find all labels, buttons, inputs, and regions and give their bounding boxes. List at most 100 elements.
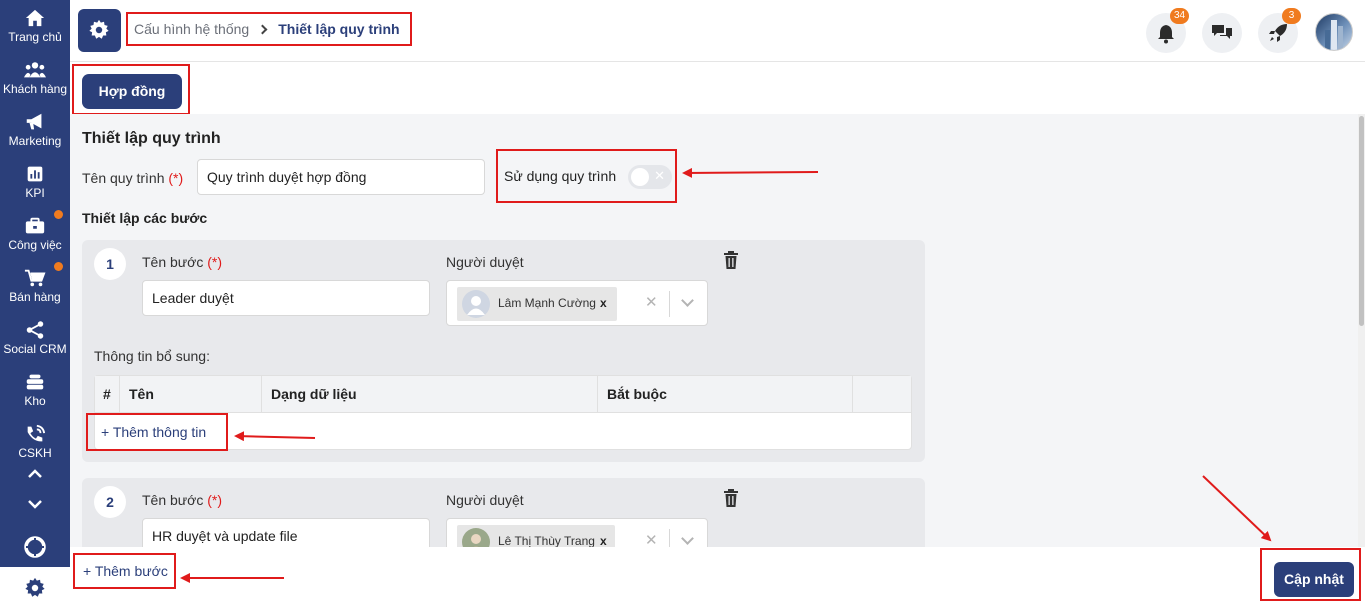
divider bbox=[669, 291, 670, 317]
breadcrumb-current: Thiết lập quy trình bbox=[278, 21, 400, 37]
sidebar-item-label: CSKH bbox=[18, 446, 52, 460]
step-number: 1 bbox=[94, 248, 126, 280]
sidebar-item-label: Bán hàng bbox=[9, 290, 61, 304]
divider bbox=[597, 376, 598, 413]
trash-icon[interactable] bbox=[723, 251, 739, 269]
divider bbox=[852, 376, 853, 413]
approver-chip: Lê Thị Thùy Trang x bbox=[457, 525, 615, 547]
input-value: HR duyệt và update file bbox=[152, 528, 298, 544]
sidebar-item-marketing[interactable]: Marketing bbox=[0, 104, 70, 156]
sidebar-item-label: Kho bbox=[24, 394, 46, 408]
divider bbox=[119, 376, 120, 413]
avatar-image bbox=[1325, 20, 1343, 50]
close-icon: ✕ bbox=[654, 168, 665, 183]
add-info-link[interactable]: + Thêm thông tin bbox=[101, 424, 206, 440]
chevron-right-icon bbox=[257, 24, 268, 34]
required-mark: (*) bbox=[207, 492, 223, 508]
chat-button[interactable] bbox=[1202, 13, 1242, 53]
sidebar-item-customers[interactable]: Khách hàng bbox=[0, 52, 70, 104]
page-title: Thiết lập quy trình bbox=[82, 130, 221, 147]
column-header: Bắt buộc bbox=[607, 386, 667, 402]
add-step-link[interactable]: + Thêm bước bbox=[83, 563, 168, 579]
highlight-box: Sử dụng quy trình ✕ bbox=[496, 149, 677, 203]
sidebar-scroll-down[interactable] bbox=[0, 494, 70, 518]
highlight-box: Cập nhật bbox=[1260, 548, 1361, 601]
step-card: 1 Tên bước (*) Leader duyệt Người duyệt … bbox=[82, 240, 925, 462]
chevron-down-icon[interactable] bbox=[681, 532, 694, 545]
step-card: 2 Tên bước (*) HR duyệt và update file N… bbox=[82, 478, 925, 547]
avatar-image bbox=[471, 534, 481, 547]
notifications-badge: 34 bbox=[1170, 8, 1189, 24]
label-text: Tên quy trình bbox=[82, 170, 165, 186]
breadcrumb: Cấu hình hệ thống Thiết lập quy trình bbox=[126, 12, 412, 46]
step-name-input[interactable]: Leader duyệt bbox=[142, 280, 430, 316]
footer: + Thêm bước Cập nhật bbox=[70, 547, 1365, 607]
approver-select[interactable]: Lê Thị Thùy Trang x ✕ bbox=[446, 518, 708, 547]
sidebar-item-label: Khách hàng bbox=[2, 82, 68, 96]
process-name-input[interactable]: Quy trình duyệt hợp đồng bbox=[197, 159, 485, 195]
support-button[interactable] bbox=[0, 536, 70, 564]
tab-contract[interactable]: Hợp đồng bbox=[82, 74, 182, 109]
use-process-label: Sử dụng quy trình bbox=[504, 168, 617, 184]
extra-info-label: Thông tin bổ sung: bbox=[94, 348, 210, 364]
rocket-button[interactable]: 3 bbox=[1258, 8, 1301, 53]
sidebar-item-sales[interactable]: Bán hàng bbox=[0, 260, 70, 312]
sidebar-item-kpi[interactable]: KPI bbox=[0, 156, 70, 208]
column-header: Tên bbox=[129, 386, 154, 402]
highlight-box: + Thêm thông tin bbox=[86, 413, 228, 451]
sidebar-item-home[interactable]: Trang chủ bbox=[0, 0, 70, 52]
sidebar-item-label: KPI bbox=[25, 186, 45, 200]
remove-approver-button[interactable]: x bbox=[600, 296, 607, 310]
rocket-icon bbox=[1269, 24, 1287, 42]
avatar[interactable] bbox=[1315, 13, 1353, 51]
chevron-down-icon[interactable] bbox=[681, 294, 694, 307]
sidebar-item-tasks[interactable]: Công việc bbox=[0, 208, 70, 260]
avatar bbox=[462, 290, 490, 318]
sidebar-item-warehouse[interactable]: Kho bbox=[0, 364, 70, 416]
megaphone-icon bbox=[26, 113, 42, 130]
save-button[interactable]: Cập nhật bbox=[1274, 562, 1354, 597]
label-text: Tên bước bbox=[142, 492, 204, 508]
sidebar-settings[interactable] bbox=[0, 567, 70, 607]
avatar bbox=[462, 528, 490, 547]
scrollbar-thumb[interactable] bbox=[1359, 116, 1364, 326]
approver-label: Người duyệt bbox=[446, 492, 524, 508]
sidebar: Trang chủ Khách hàng Marketing KPI Công … bbox=[0, 0, 70, 607]
users-icon bbox=[24, 62, 46, 78]
toggle-knob bbox=[631, 168, 649, 186]
highlight-box: Hợp đồng bbox=[72, 64, 190, 115]
tab-strip: Hợp đồng bbox=[70, 62, 1365, 115]
notification-dot bbox=[54, 262, 63, 271]
rocket-badge: 3 bbox=[1282, 8, 1301, 24]
approver-chip: Lâm Mạnh Cường x bbox=[457, 287, 617, 321]
notifications-button[interactable]: 34 bbox=[1146, 8, 1189, 53]
label-text: Tên bước bbox=[142, 254, 204, 270]
lifebuoy-icon bbox=[24, 536, 46, 558]
main-content: Thiết lập quy trình Tên quy trình (*) Qu… bbox=[70, 114, 1358, 547]
column-header: Dạng dữ liệu bbox=[271, 386, 357, 402]
sidebar-item-label: Công việc bbox=[8, 238, 62, 252]
sidebar-item-social-crm[interactable]: Social CRM bbox=[0, 312, 70, 364]
clear-icon[interactable]: ✕ bbox=[645, 293, 658, 311]
input-value: Leader duyệt bbox=[152, 290, 234, 306]
step-name-input[interactable]: HR duyệt và update file bbox=[142, 518, 430, 547]
clear-icon[interactable]: ✕ bbox=[645, 531, 658, 547]
divider bbox=[261, 376, 262, 413]
step-name-label: Tên bước (*) bbox=[142, 254, 222, 270]
sidebar-item-cskh[interactable]: CSKH bbox=[0, 416, 70, 460]
bell-icon bbox=[1158, 25, 1174, 44]
chevron-down-icon bbox=[28, 500, 42, 509]
trash-icon[interactable] bbox=[723, 489, 739, 507]
sidebar-item-label: Trang chủ bbox=[8, 30, 62, 44]
sidebar-scroll-up[interactable] bbox=[0, 464, 70, 488]
required-mark: (*) bbox=[168, 170, 184, 186]
use-process-toggle[interactable]: ✕ bbox=[628, 165, 672, 189]
input-value: Quy trình duyệt hợp đồng bbox=[207, 169, 367, 185]
user-icon bbox=[467, 296, 485, 315]
remove-approver-button[interactable]: x bbox=[600, 534, 607, 547]
approver-name: Lâm Mạnh Cường bbox=[498, 296, 596, 310]
approver-select[interactable]: Lâm Mạnh Cường x ✕ bbox=[446, 280, 708, 326]
settings-button[interactable] bbox=[78, 9, 121, 52]
breadcrumb-system-config[interactable]: Cấu hình hệ thống bbox=[134, 21, 249, 37]
bar-chart-icon bbox=[27, 166, 43, 182]
